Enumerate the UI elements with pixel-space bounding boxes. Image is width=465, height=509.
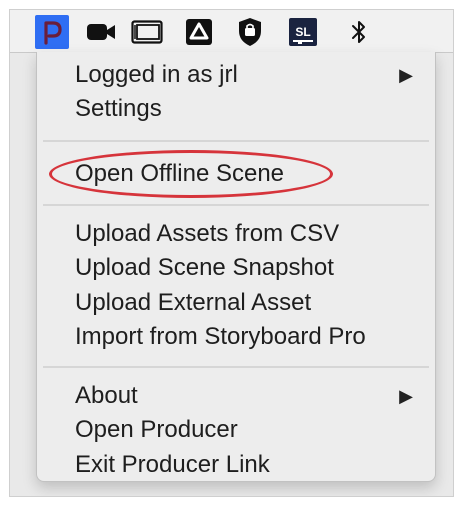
menu-item-exit-producer-link[interactable]: Exit Producer Link [75, 448, 413, 482]
menu-item-label: About [75, 382, 138, 409]
menu-item-label: Open Offline Scene [75, 160, 285, 187]
shield-lock-icon[interactable] [233, 15, 267, 49]
bluetooth-icon[interactable] [342, 15, 376, 49]
screenshot-frame: SL Logged in as jrl ▶ Settings Open Offl… [9, 9, 454, 497]
menu-item-label: Open Producer [75, 416, 238, 443]
menu-item-settings[interactable]: Settings [75, 92, 413, 126]
menu-item-import-storyboard-pro[interactable]: Import from Storyboard Pro [75, 320, 413, 354]
display-window-icon[interactable] [130, 15, 164, 49]
menu-item-label: Exit Producer Link [75, 451, 270, 478]
sl-app-icon[interactable]: SL [286, 15, 320, 49]
triangle-app-icon[interactable] [182, 15, 216, 49]
video-camera-icon[interactable] [84, 15, 118, 49]
submenu-arrow-icon: ▶ [399, 65, 413, 85]
menu-item-label: Import from Storyboard Pro [75, 323, 366, 350]
menu-item-upload-scene-snapshot[interactable]: Upload Scene Snapshot [75, 251, 413, 285]
menu-item-about[interactable]: About ▶ [75, 379, 413, 413]
menu-item-label: Logged in as jrl [75, 61, 238, 88]
menu-bar: SL [10, 10, 453, 53]
menu-item-label: Upload Assets from CSV [75, 220, 340, 247]
menu-item-open-offline-scene[interactable]: Open Offline Scene [75, 157, 413, 191]
menu-item-logged-in[interactable]: Logged in as jrl ▶ [75, 58, 413, 92]
menu-item-label: Upload External Asset [75, 289, 312, 316]
menu-item-label: Upload Scene Snapshot [75, 254, 334, 281]
menu-separator [43, 366, 429, 368]
menu-separator [43, 204, 429, 206]
menu-item-open-producer[interactable]: Open Producer [75, 413, 413, 447]
menu-item-upload-assets-csv[interactable]: Upload Assets from CSV [75, 217, 413, 251]
submenu-arrow-icon: ▶ [399, 386, 413, 406]
svg-text:SL: SL [295, 25, 310, 39]
menu-item-upload-external-asset[interactable]: Upload External Asset [75, 286, 413, 320]
dropdown-menu: Logged in as jrl ▶ Settings Open Offline… [36, 52, 436, 482]
producer-p-icon[interactable] [35, 15, 69, 49]
menu-item-label: Settings [75, 95, 162, 122]
menu-separator [43, 140, 429, 142]
